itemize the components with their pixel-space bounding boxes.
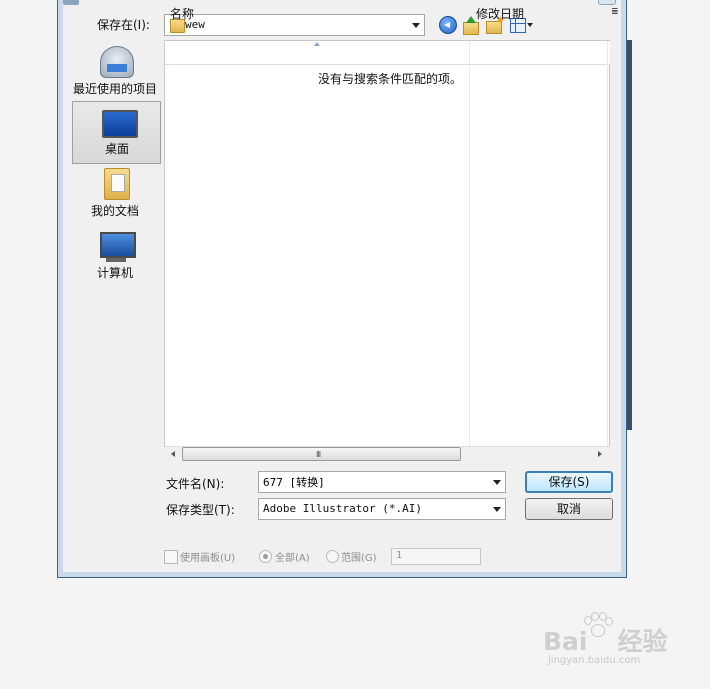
file-name-label: 文件名(N):: [166, 477, 225, 491]
file-type-dropdown[interactable]: Adobe Illustrator (*.AI): [258, 498, 506, 520]
chevron-down-icon[interactable]: [493, 480, 501, 485]
place-desktop[interactable]: 桌面: [72, 101, 161, 164]
empty-list-message: 没有与搜索条件匹配的项。: [318, 72, 463, 86]
chevron-down-icon[interactable]: [493, 507, 501, 512]
desktop-icon: [102, 110, 138, 138]
range-radio[interactable]: [326, 550, 339, 563]
place-recent-items[interactable]: 最近使用的项目: [71, 42, 161, 102]
file-type-value: Adobe Illustrator (*.AI): [263, 502, 422, 515]
column-header-more[interactable]: ≣: [611, 7, 619, 17]
column-header-name[interactable]: 名称: [170, 5, 194, 22]
watermark-url: jingyan.baidu.com: [548, 655, 641, 666]
use-artboards-label: 使用画板(U): [180, 553, 236, 564]
sort-ascending-icon: [314, 42, 320, 46]
column-divider[interactable]: [607, 41, 608, 446]
window-icon: [63, 0, 79, 5]
use-artboards-checkbox[interactable]: [164, 550, 178, 564]
column-header-date-modified[interactable]: 修改日期: [476, 5, 524, 22]
file-name-field[interactable]: [258, 471, 506, 493]
scroll-right-icon[interactable]: [592, 447, 608, 462]
places-bar: 最近使用的项目 桌面 我的文档 计算机: [71, 40, 161, 440]
back-icon[interactable]: [439, 16, 457, 34]
scroll-left-icon[interactable]: [166, 447, 182, 462]
recent-items-icon: [100, 46, 134, 78]
range-label: 范围(G): [341, 553, 377, 564]
place-computer[interactable]: 计算机: [71, 226, 161, 286]
place-my-documents[interactable]: 我的文档: [71, 164, 161, 224]
documents-folder-icon: [104, 168, 130, 200]
watermark-logo: Bai 经验: [543, 627, 668, 656]
range-value: 1: [396, 550, 403, 561]
chevron-down-icon[interactable]: [412, 23, 420, 28]
range-input[interactable]: 1: [391, 548, 481, 565]
computer-icon: [100, 232, 136, 262]
save-in-label: 保存在(I):: [97, 18, 150, 32]
save-button[interactable]: 保存(S): [525, 471, 613, 493]
scrollbar-thumb[interactable]: [182, 447, 461, 461]
all-label: 全部(A): [275, 553, 310, 564]
column-divider[interactable]: [469, 41, 470, 446]
all-radio[interactable]: [259, 550, 272, 563]
save-in-dropdown[interactable]: wew: [164, 14, 425, 36]
file-type-label: 保存类型(T):: [166, 503, 235, 517]
file-list[interactable]: [164, 40, 610, 447]
close-window-button[interactable]: [598, 0, 616, 5]
file-name-input[interactable]: [263, 475, 483, 488]
scrollbar-grip-icon: III: [316, 450, 321, 459]
cancel-button[interactable]: 取消: [525, 498, 613, 520]
file-list-header: [165, 41, 610, 65]
